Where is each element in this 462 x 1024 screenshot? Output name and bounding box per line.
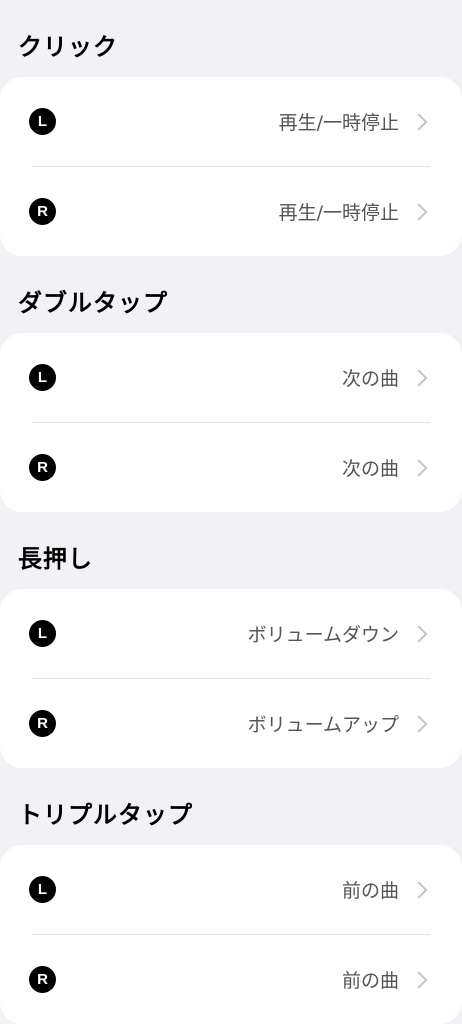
chevron-right-icon bbox=[410, 369, 428, 386]
right-earbud-icon: R bbox=[29, 454, 56, 481]
chevron-right-icon bbox=[410, 459, 428, 476]
click-left-action: 再生/一時停止 bbox=[278, 112, 399, 134]
section-title-triple-tap: トリプルタップ bbox=[18, 801, 193, 829]
section-title-long-press: 長押し bbox=[18, 545, 93, 573]
long-press-left-action: ボリュームダウン bbox=[247, 624, 399, 646]
triple-tap-settings-card: L 前の曲 R 前の曲 bbox=[0, 845, 462, 1024]
gesture-settings-screen: クリック L 再生/一時停止 R 再生/一時停止 ダブルタップ L 次の曲 R … bbox=[0, 0, 462, 1024]
long-press-settings-card: L ボリュームダウン R ボリュームアップ bbox=[0, 589, 462, 768]
chevron-right-icon bbox=[410, 971, 428, 988]
left-earbud-icon: L bbox=[29, 620, 56, 647]
left-earbud-icon: L bbox=[29, 876, 56, 903]
triple-tap-left-row[interactable]: L 前の曲 bbox=[0, 845, 462, 934]
right-earbud-icon: R bbox=[29, 710, 56, 737]
double-tap-right-action: 次の曲 bbox=[341, 458, 399, 480]
long-press-right-action: ボリュームアップ bbox=[247, 714, 399, 736]
triple-tap-right-action: 前の曲 bbox=[341, 970, 399, 992]
double-tap-left-row[interactable]: L 次の曲 bbox=[0, 333, 462, 422]
triple-tap-left-action: 前の曲 bbox=[341, 880, 399, 902]
left-earbud-icon: L bbox=[29, 364, 56, 391]
triple-tap-right-row[interactable]: R 前の曲 bbox=[0, 935, 462, 1024]
long-press-right-row[interactable]: R ボリュームアップ bbox=[0, 679, 462, 768]
double-tap-left-action: 次の曲 bbox=[341, 368, 399, 390]
right-earbud-icon: R bbox=[29, 966, 56, 993]
chevron-right-icon bbox=[410, 625, 428, 642]
click-left-row[interactable]: L 再生/一時停止 bbox=[0, 77, 462, 166]
section-title-double-tap: ダブルタップ bbox=[18, 289, 168, 317]
double-tap-right-row[interactable]: R 次の曲 bbox=[0, 423, 462, 512]
chevron-right-icon bbox=[410, 715, 428, 732]
chevron-right-icon bbox=[410, 113, 428, 130]
double-tap-settings-card: L 次の曲 R 次の曲 bbox=[0, 333, 462, 512]
click-settings-card: L 再生/一時停止 R 再生/一時停止 bbox=[0, 77, 462, 256]
section-title-click: クリック bbox=[18, 33, 118, 61]
click-right-action: 再生/一時停止 bbox=[278, 202, 399, 224]
chevron-right-icon bbox=[410, 881, 428, 898]
chevron-right-icon bbox=[410, 203, 428, 220]
click-right-row[interactable]: R 再生/一時停止 bbox=[0, 167, 462, 256]
left-earbud-icon: L bbox=[29, 108, 56, 135]
long-press-left-row[interactable]: L ボリュームダウン bbox=[0, 589, 462, 678]
right-earbud-icon: R bbox=[29, 198, 56, 225]
